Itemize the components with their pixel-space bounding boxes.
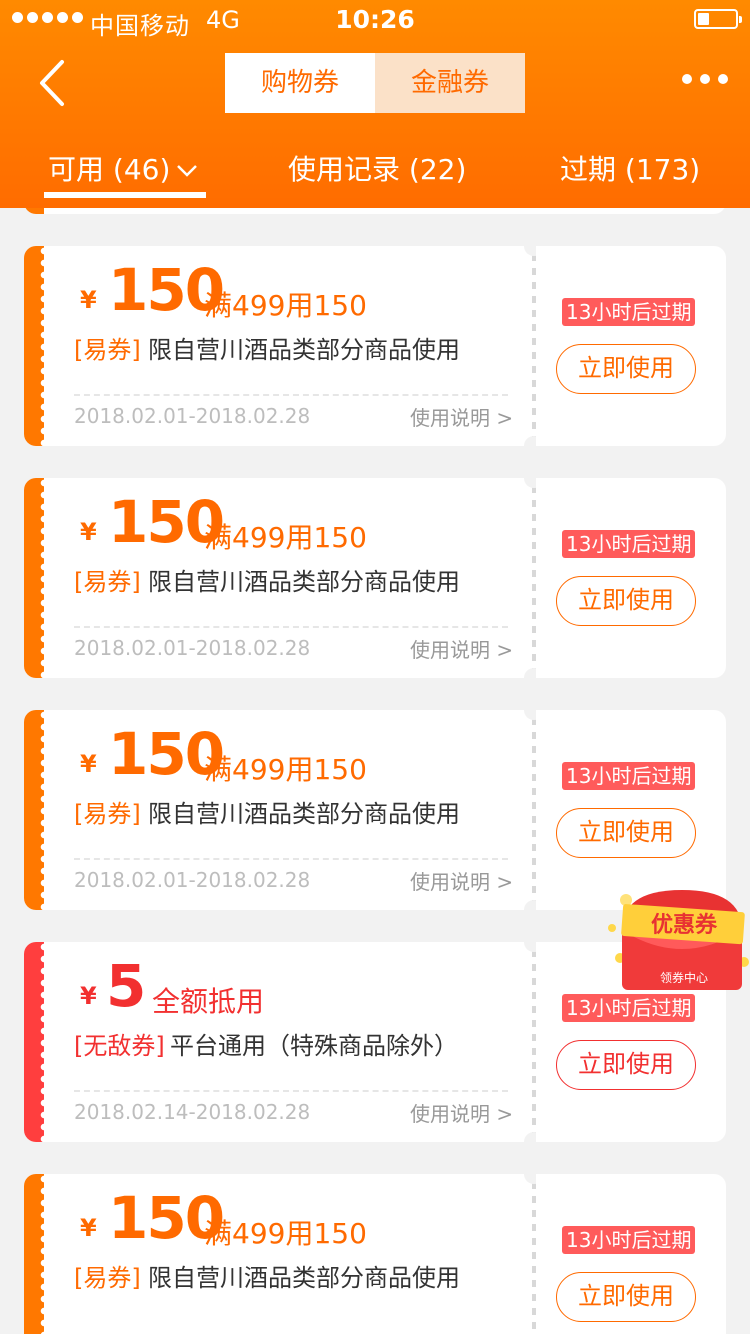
battery-icon	[694, 9, 742, 29]
coupon-center-float-button[interactable]: 优惠券 领券中心	[604, 888, 750, 992]
use-now-button[interactable]: 立即使用	[556, 808, 696, 858]
status-tabs: 可用 (46) 使用记录 (22) 过期 (173)	[0, 148, 750, 208]
coupon-body: ¥ 150 满499用150 [易券] 限自营川酒品类部分商品使用 2018.0…	[24, 710, 532, 910]
float-subtitle: 领券中心	[660, 970, 708, 985]
currency-symbol: ¥	[80, 286, 97, 314]
coupon-condition: 全额抵用	[152, 985, 265, 1018]
currency-symbol: ¥	[80, 1214, 97, 1242]
coupon-validity: 2018.02.14-2018.02.28	[74, 1100, 311, 1124]
use-now-button[interactable]: 立即使用	[556, 1040, 696, 1090]
coupon-validity: 2018.02.01-2018.02.28	[74, 868, 311, 892]
expire-badge: 13小时后过期	[562, 1226, 696, 1254]
currency-symbol: ¥	[80, 750, 97, 778]
segment-finance-coupon[interactable]: 金融券	[375, 53, 525, 113]
coupon-body: ¥ 5 全额抵用 [无敌券] 平台通用（特殊商品除外） 2018.02.14-2…	[24, 942, 532, 1142]
status-bar: 中国移动 4G 10:26	[0, 0, 750, 40]
float-title: 优惠券	[651, 912, 718, 938]
usage-instructions-link[interactable]: 使用说明 >	[410, 1098, 513, 1127]
coupon-description: 平台通用（特殊商品除外）	[170, 1032, 458, 1060]
coupon-card-partial	[24, 208, 726, 214]
coupon-body: ¥ 150 满499用150 [易券] 限自营川酒品类部分商品使用	[24, 1174, 532, 1334]
coupon-amount: 5	[106, 952, 146, 1020]
segment-shopping-coupon[interactable]: 购物券	[225, 53, 375, 113]
tab-available-label: 可用 (46)	[48, 153, 171, 186]
coupon-body: ¥ 150 满499用150 [易券] 限自营川酒品类部分商品使用 2018.0…	[24, 246, 532, 446]
coupon-description: 限自营川酒品类部分商品使用	[148, 336, 460, 364]
currency-symbol: ¥	[80, 982, 97, 1010]
usage-instructions-link[interactable]: 使用说明 >	[410, 866, 513, 895]
divider	[74, 858, 508, 860]
coupon-condition: 满499用150	[204, 753, 367, 786]
divider	[74, 1090, 508, 1092]
currency-symbol: ¥	[80, 518, 97, 546]
coupon-description: 限自营川酒品类部分商品使用	[148, 800, 460, 828]
divider	[74, 394, 508, 396]
coupon-description: 限自营川酒品类部分商品使用	[148, 568, 460, 596]
use-now-button[interactable]: 立即使用	[556, 1272, 696, 1322]
active-tab-indicator	[44, 192, 206, 198]
expire-badge: 13小时后过期	[562, 298, 696, 326]
coupon-type-segment: 购物券 金融券	[225, 53, 525, 113]
coupon-tag: [易券]	[74, 1264, 141, 1292]
tab-expired[interactable]: 过期 (173)	[560, 148, 700, 188]
more-dots-icon[interactable]	[682, 74, 728, 84]
coupon-card[interactable]: ¥ 150 满499用150 [易券] 限自营川酒品类部分商品使用 13小时后过…	[24, 1164, 726, 1334]
coupon-body: ¥ 150 满499用150 [易券] 限自营川酒品类部分商品使用 2018.0…	[24, 478, 532, 678]
coupon-tag: [易券]	[74, 800, 141, 828]
coupon-condition: 满499用150	[204, 289, 367, 322]
tab-available[interactable]: 可用 (46)	[48, 148, 198, 188]
expire-badge: 13小时后过期	[562, 530, 696, 558]
coupon-condition: 满499用150	[204, 1217, 367, 1250]
expire-badge: 13小时后过期	[562, 762, 696, 790]
divider	[74, 626, 508, 628]
coupon-card[interactable]: ¥ 150 满499用150 [易券] 限自营川酒品类部分商品使用 2018.0…	[24, 236, 726, 456]
coupon-list[interactable]: ¥ 150 满499用150 [易券] 限自营川酒品类部分商品使用 2018.0…	[0, 208, 750, 1334]
chevron-down-icon	[177, 165, 198, 177]
tab-usage-history[interactable]: 使用记录 (22)	[288, 148, 466, 188]
use-now-button[interactable]: 立即使用	[556, 344, 696, 394]
use-now-button[interactable]: 立即使用	[556, 576, 696, 626]
coupon-tag: [易券]	[74, 336, 141, 364]
coupon-card[interactable]: ¥ 150 满499用150 [易券] 限自营川酒品类部分商品使用 2018.0…	[24, 700, 726, 920]
status-time: 10:26	[335, 5, 415, 34]
expire-badge: 13小时后过期	[562, 994, 696, 1022]
coupon-description: 限自营川酒品类部分商品使用	[148, 1264, 460, 1292]
coupon-tag: [无敌券]	[74, 1032, 165, 1060]
coupon-tag: [易券]	[74, 568, 141, 596]
back-chevron-icon[interactable]	[32, 58, 82, 108]
coupon-validity: 2018.02.01-2018.02.28	[74, 404, 311, 428]
coupon-card[interactable]: ¥ 150 满499用150 [易券] 限自营川酒品类部分商品使用 2018.0…	[24, 468, 726, 688]
coupon-validity: 2018.02.01-2018.02.28	[74, 636, 311, 660]
usage-instructions-link[interactable]: 使用说明 >	[410, 402, 513, 431]
usage-instructions-link[interactable]: 使用说明 >	[410, 634, 513, 663]
coupon-condition: 满499用150	[204, 521, 367, 554]
header: 中国移动 4G 10:26 购物券 金融券 可用 (46) 使用记录 (22) …	[0, 0, 750, 208]
